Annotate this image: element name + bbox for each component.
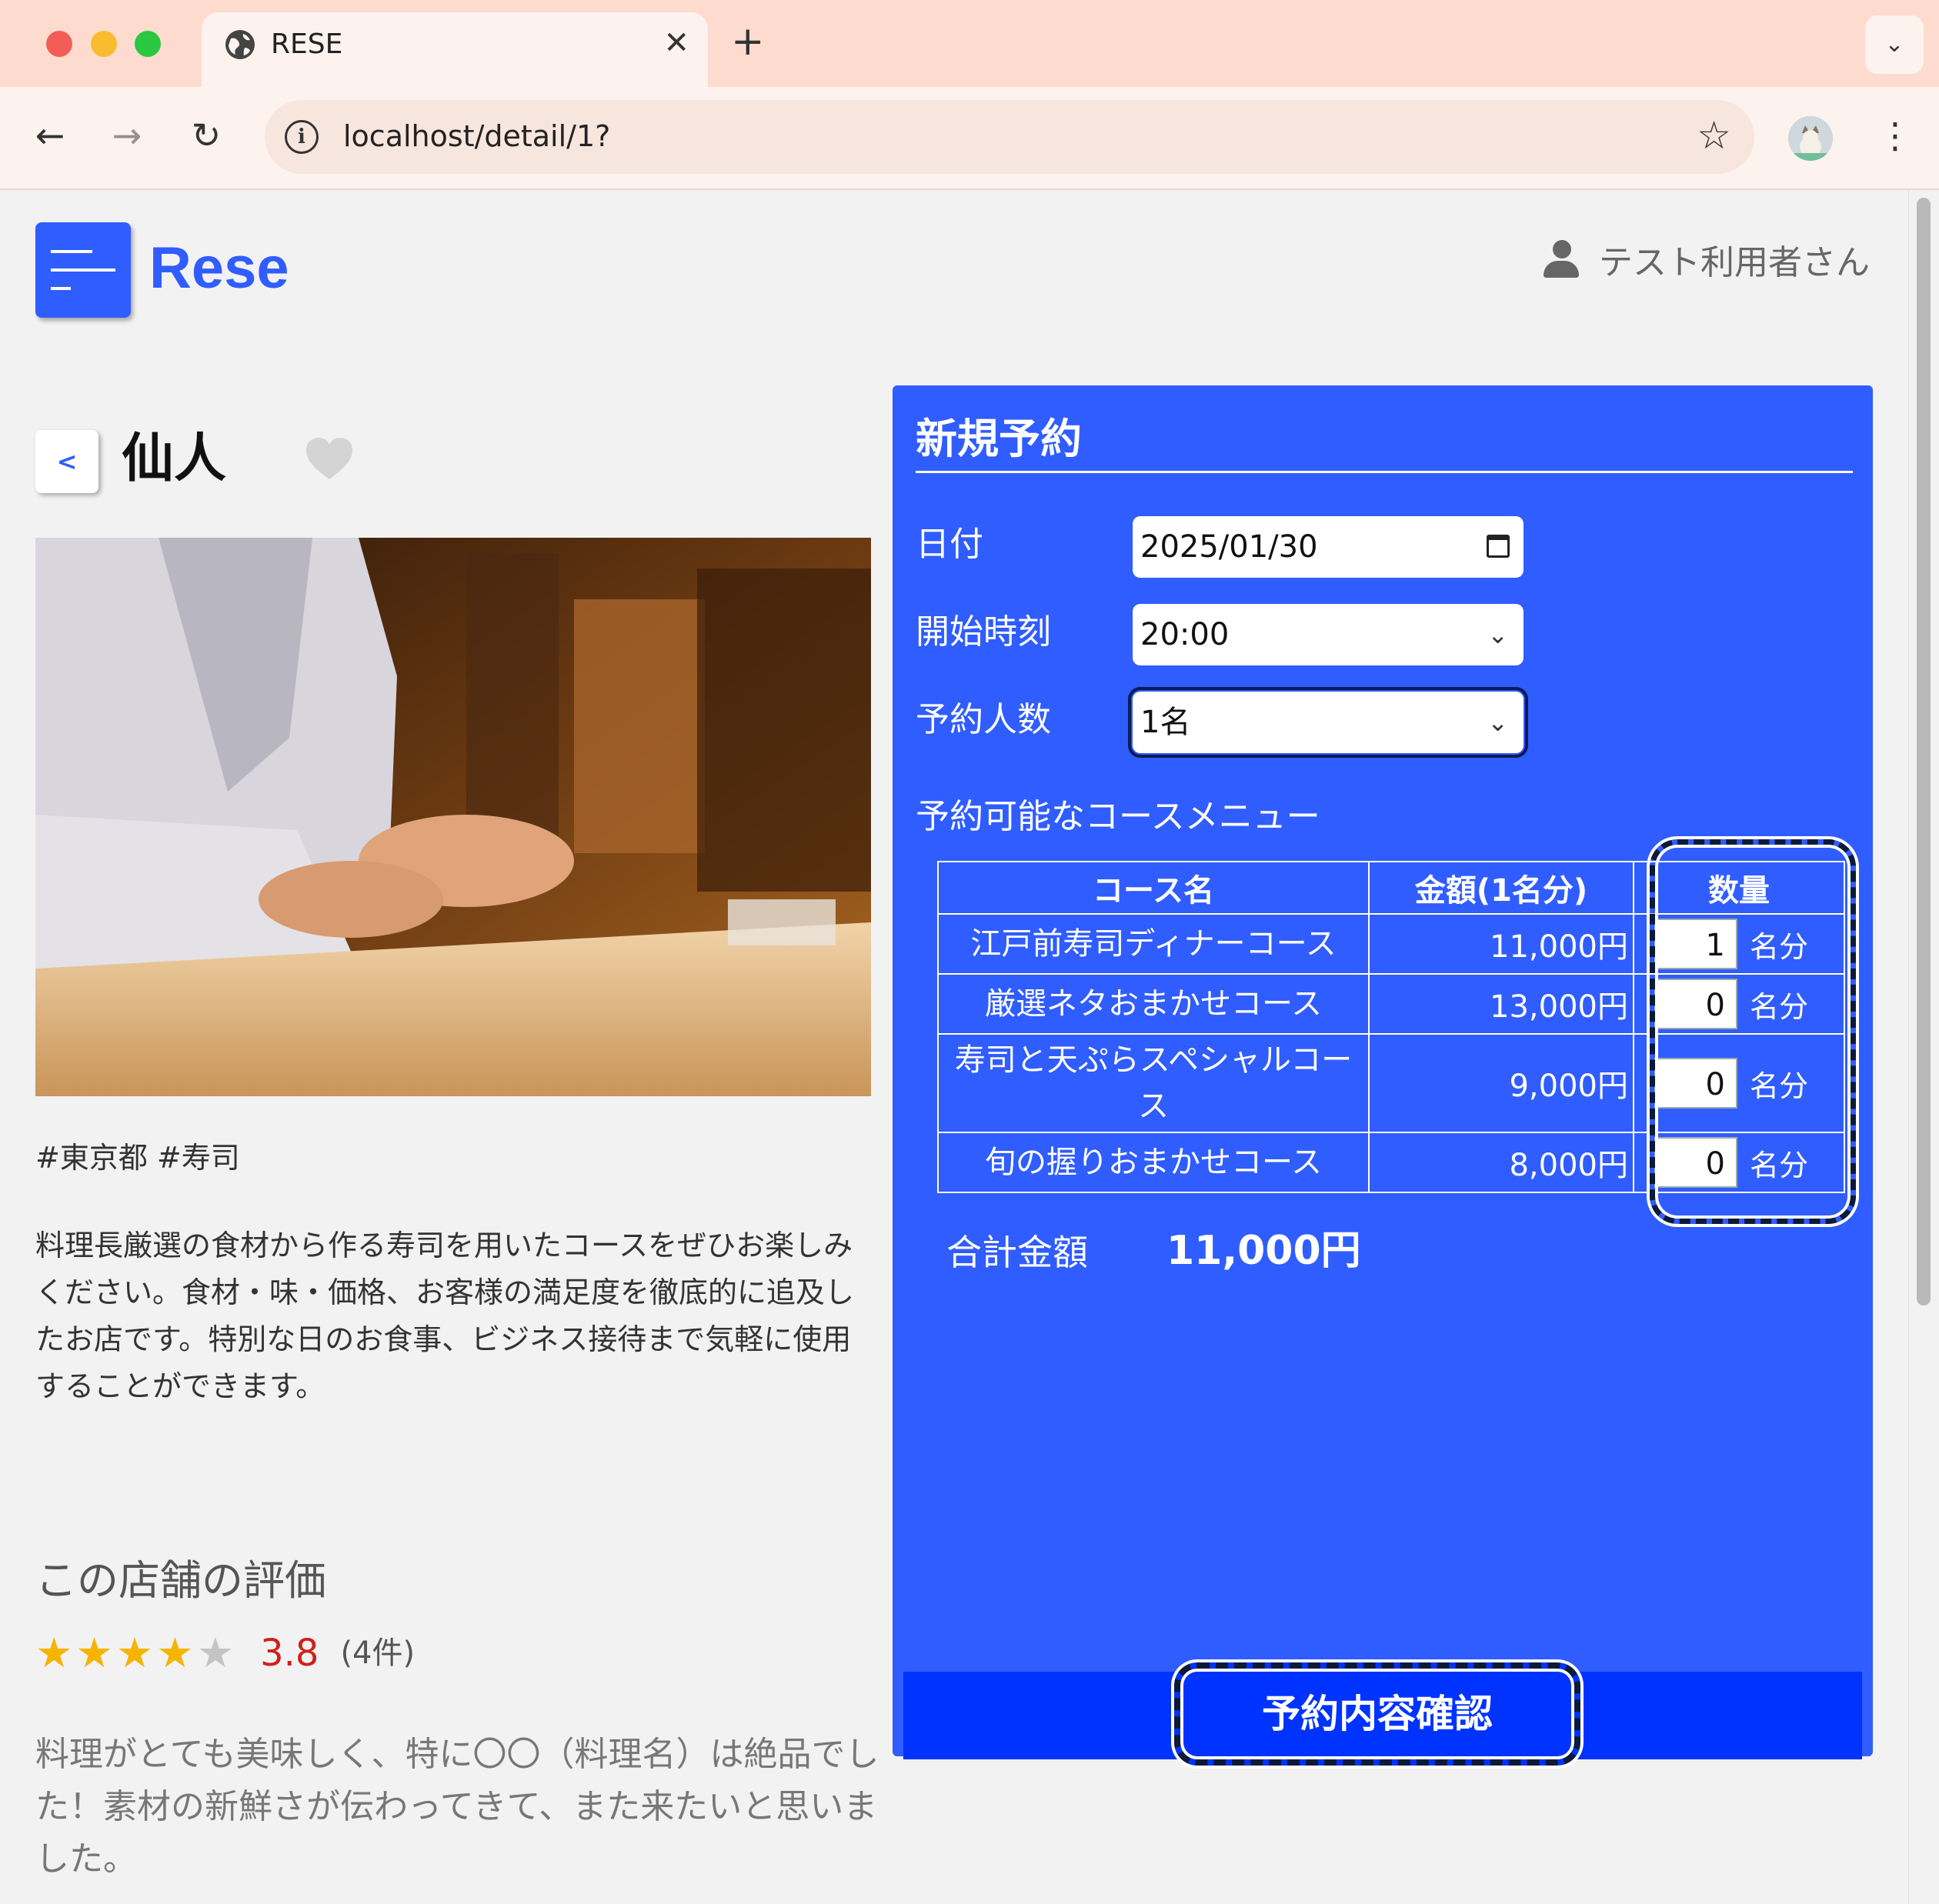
calendar-icon[interactable]	[1487, 535, 1510, 558]
reservation-title: 新規予約	[916, 415, 1082, 463]
star-icon: ★	[115, 1629, 154, 1677]
info-icon[interactable]: i	[285, 120, 319, 154]
chevron-down-icon: ⌄	[1487, 708, 1508, 737]
bookmark-star-icon[interactable]: ☆	[1697, 112, 1731, 158]
star-icon: ★	[156, 1629, 194, 1677]
close-window-button[interactable]	[46, 31, 72, 57]
minimize-window-button[interactable]	[91, 31, 117, 57]
course-name: 寿司と天ぷらスペシャルコース	[937, 1033, 1370, 1133]
close-icon[interactable]: ✕	[663, 23, 689, 63]
back-button[interactable]: <	[35, 430, 98, 493]
course-heading: 予約可能なコースメニュー	[916, 797, 1320, 836]
course-price: 13,000円	[1368, 973, 1634, 1035]
url-text[interactable]: localhost/detail/1?	[343, 115, 610, 157]
back-arrow-icon[interactable]: ←	[23, 108, 77, 162]
rating-heading: この店舗の評価	[35, 1556, 326, 1605]
profile-avatar[interactable]	[1788, 116, 1833, 161]
time-label: 開始時刻	[916, 612, 1051, 652]
maximize-window-button[interactable]	[135, 31, 161, 57]
page-content: Rese テスト利用者さん < 仙人 #東京都 #寿司 料理長厳選の食材から作る…	[0, 190, 1908, 1904]
confirm-reservation-button[interactable]: 予約内容確認	[1174, 1662, 1580, 1766]
rating-stars: ★ ★ ★ ★ ★ 3.8 (4件)	[35, 1630, 415, 1676]
course-price: 8,000円	[1368, 1132, 1634, 1193]
total-value: 11,000円	[1166, 1228, 1361, 1274]
user-name: テスト利用者さん	[1599, 243, 1870, 282]
people-label: 予約人数	[916, 700, 1051, 739]
browser-tab[interactable]: RESE ✕	[202, 12, 708, 87]
review-text: 料理がとても美味しく、特に〇〇（料理名）は絶品でした！素材の新鮮さが伝わってきて…	[35, 1735, 879, 1879]
course-name: 江戸前寿司ディナーコース	[937, 913, 1370, 975]
column-header: コース名	[937, 861, 1370, 915]
star-icon: ★	[75, 1629, 113, 1677]
time-select[interactable]: 20:00 ⌄	[1133, 604, 1524, 665]
user-menu[interactable]: テスト利用者さん	[1544, 236, 1870, 282]
heart-icon[interactable]	[305, 436, 354, 482]
people-value: 1名	[1140, 705, 1191, 740]
browser-window: RESE ✕ + ⌄ ← → ↻ i localhost/detail/1? ☆…	[0, 0, 1939, 1904]
scrollbar-thumb[interactable]	[1917, 198, 1931, 1305]
total-label: 合計金額	[946, 1232, 1088, 1273]
date-input[interactable]: 2025/01/30	[1133, 516, 1524, 578]
plus-icon[interactable]: +	[731, 18, 765, 65]
column-header: 金額(1名分)	[1368, 861, 1634, 915]
course-price: 11,000円	[1368, 913, 1634, 975]
quantity-highlight	[1650, 839, 1856, 1224]
course-name: 厳選ネタおまかせコース	[937, 973, 1370, 1035]
browser-toolbar: ← → ↻ i localhost/detail/1? ☆ ⋮	[0, 87, 1939, 190]
shop-photo	[35, 538, 871, 1096]
app-logo[interactable]: Rese	[149, 232, 289, 305]
shop-tags: #東京都 #寿司	[35, 1141, 240, 1175]
tab-title: RESE	[271, 28, 343, 60]
star-icon: ★	[35, 1629, 73, 1677]
star-icon: ★	[196, 1629, 235, 1677]
chevron-down-icon: ⌄	[1487, 620, 1508, 649]
scrollbar[interactable]	[1908, 190, 1939, 1904]
tab-bar: RESE ✕ + ⌄	[0, 0, 1939, 87]
address-bar[interactable]: i localhost/detail/1? ☆	[265, 100, 1754, 174]
reload-icon[interactable]: ↻	[179, 108, 233, 162]
globe-icon	[225, 30, 255, 59]
date-value: 2025/01/30	[1140, 529, 1318, 565]
hamburger-icon[interactable]	[35, 222, 131, 318]
time-value: 20:00	[1140, 617, 1230, 652]
rating-value: 3.8	[260, 1632, 319, 1675]
chevron-down-icon[interactable]: ⌄	[1865, 15, 1924, 74]
kebab-menu-icon[interactable]: ⋮	[1877, 108, 1913, 162]
shop-description: 料理長厳選の食材から作る寿司を用いたコースをぜひお楽しみください。食材・味・価格…	[35, 1229, 855, 1403]
people-select[interactable]: 1名 ⌄	[1128, 687, 1528, 758]
reservation-panel: 新規予約 日付 2025/01/30 開始時刻 20:00 ⌄ 予約人数 1名 …	[893, 385, 1873, 1766]
rating-count: (4件)	[340, 1636, 416, 1671]
shop-name: 仙人	[122, 428, 227, 489]
divider	[916, 471, 1853, 473]
date-label: 日付	[916, 525, 983, 564]
course-price: 9,000円	[1368, 1033, 1634, 1133]
user-icon	[1544, 240, 1579, 278]
forward-arrow-icon[interactable]: →	[100, 108, 154, 162]
course-name: 旬の握りおまかせコース	[937, 1132, 1370, 1193]
